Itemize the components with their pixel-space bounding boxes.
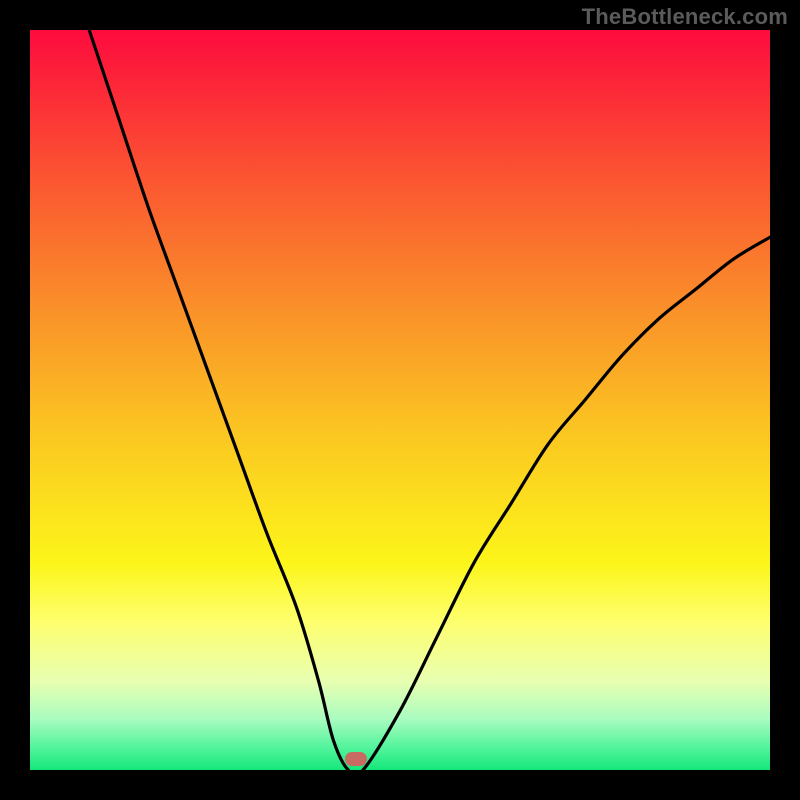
plot-area — [30, 30, 770, 770]
minimum-marker — [345, 752, 367, 766]
curve-path — [89, 30, 770, 770]
watermark-text: TheBottleneck.com — [582, 4, 788, 30]
bottleneck-curve — [30, 30, 770, 770]
chart-frame: TheBottleneck.com — [0, 0, 800, 800]
